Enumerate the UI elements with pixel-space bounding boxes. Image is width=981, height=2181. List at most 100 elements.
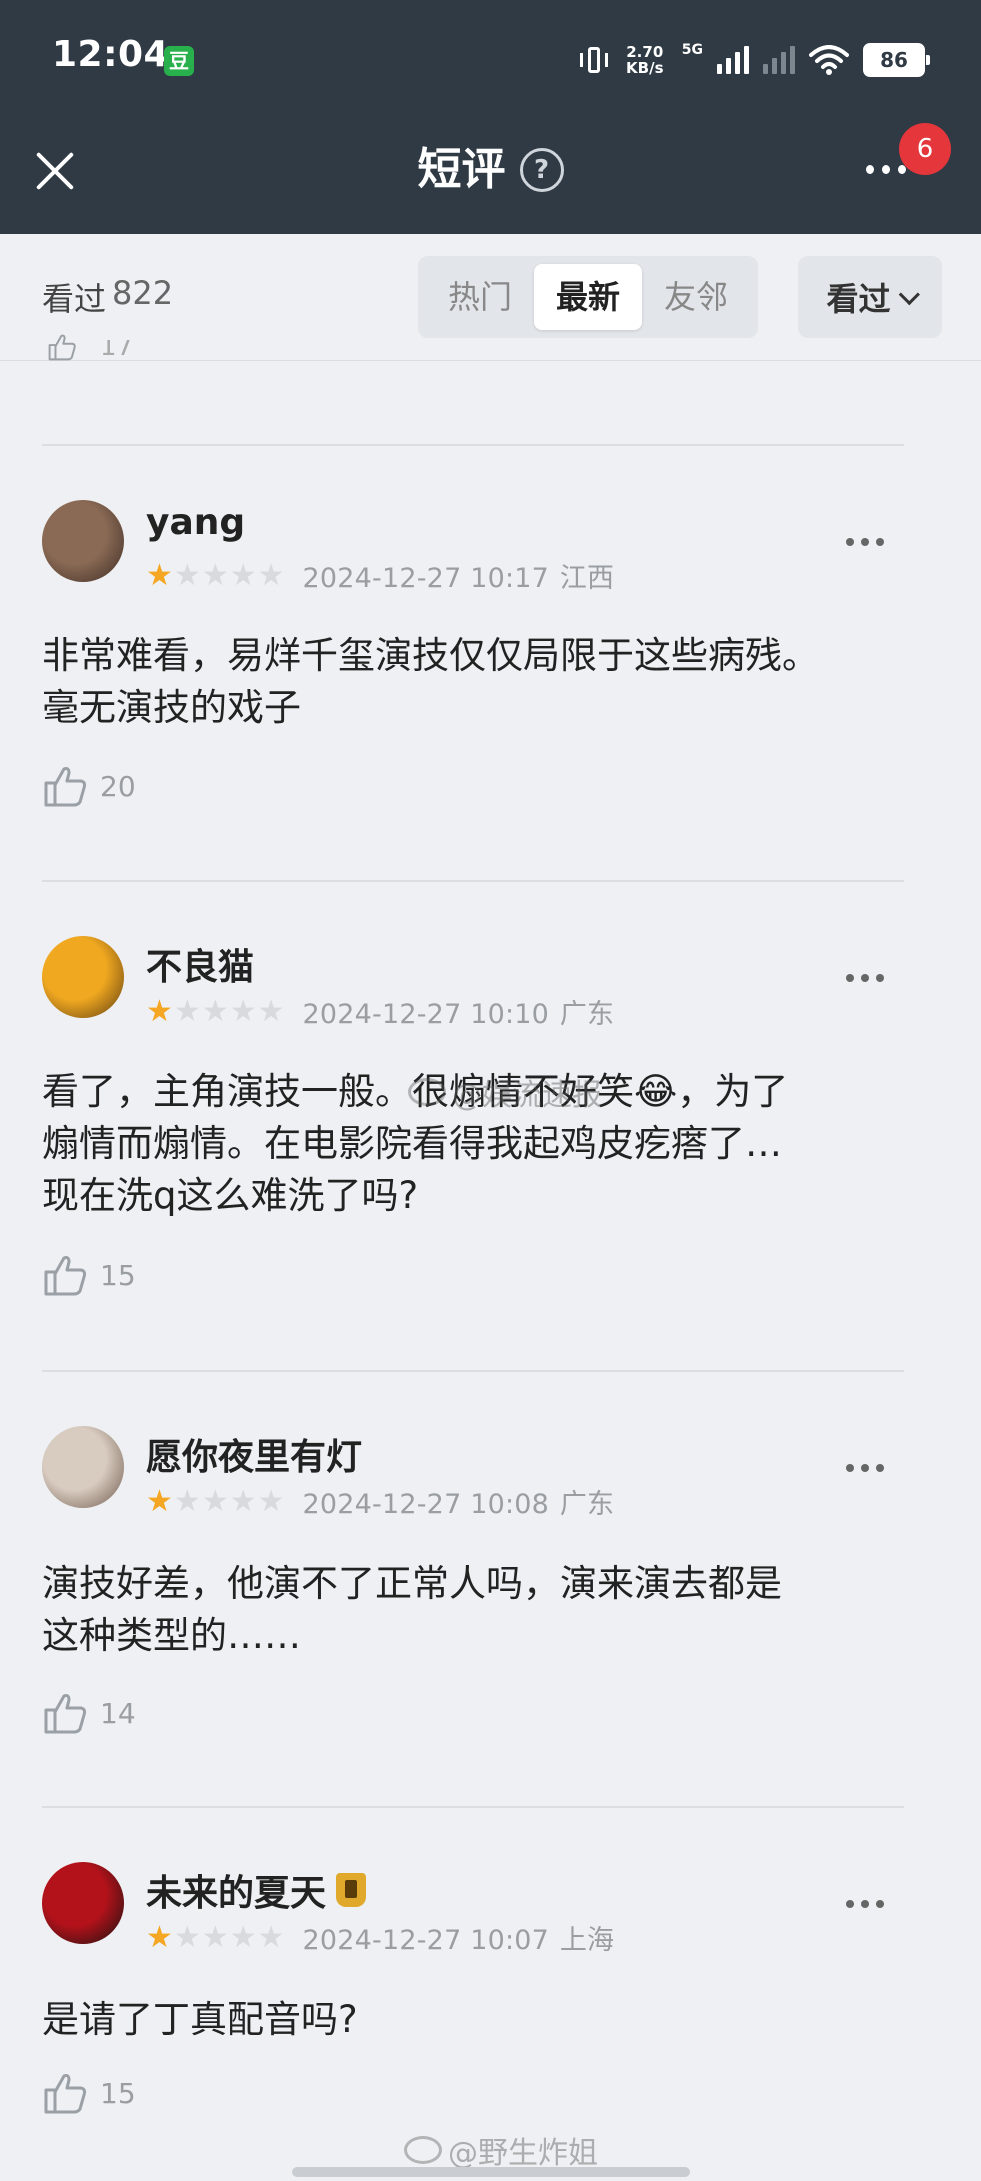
star-empty-icon: ★ [173, 993, 201, 1029]
tab-latest[interactable]: 最新 [534, 264, 642, 330]
comment-time: 2024-12-27 10:17 江西 [302, 563, 615, 594]
help-icon[interactable]: ? [519, 148, 564, 192]
comment-text: 演技好差，他演不了正常人吗，演来演去都是 这种类型的…… [42, 1562, 782, 1657]
username[interactable]: 不良猫 [146, 938, 254, 990]
thumbs-up-icon[interactable] [42, 332, 82, 362]
like-button[interactable]: 15 [42, 2070, 136, 2116]
comment-text: 非常难看，易烊千玺演技仅仅局限于这些病残。 毫无演技的戏子 [42, 634, 819, 729]
star-rating: ★ ★ ★ ★ ★ [146, 1919, 285, 1955]
username[interactable]: 未来的夏天 [146, 1864, 367, 1916]
thumbs-up-icon [44, 1694, 87, 1734]
divider [42, 1370, 904, 1372]
like-count: 20 [100, 769, 136, 803]
tab-friends[interactable]: 友邻 [642, 264, 750, 330]
divider [42, 1806, 904, 1808]
username[interactable]: yang [146, 502, 245, 543]
comment-location: 上海 [551, 1925, 615, 1956]
star-empty-icon: ★ [229, 993, 257, 1029]
star-filled-icon: ★ [146, 1483, 173, 1519]
comment-more-icon[interactable] [846, 538, 884, 546]
rating-line: ★ ★ ★ ★ ★ 2024-12-27 10:08 广东 [146, 1482, 614, 1521]
rating-line: ★ ★ ★ ★ ★ 2024-12-27 10:07 上海 [146, 1918, 614, 1957]
tab-hot[interactable]: 热门 [426, 264, 534, 330]
dropdown-label: 看过 [826, 280, 891, 318]
watched-count: 看过 822 [42, 274, 173, 320]
top-bar: 12:04 豆 2.70 KB/s 5G 86 短评 ? 6 [0, 0, 981, 234]
thumbs-up-icon [44, 2074, 87, 2114]
avatar[interactable] [42, 1426, 124, 1508]
star-empty-icon: ★ [229, 557, 257, 593]
watched-filter-dropdown[interactable]: 看过 [798, 256, 942, 338]
watermark-bottom: @野生炸姐 [404, 2128, 598, 2172]
star-empty-icon: ★ [257, 557, 285, 593]
like-button[interactable]: 20 [42, 763, 136, 809]
status-time: 12:04 [52, 34, 170, 75]
star-empty-icon: ★ [229, 1919, 257, 1955]
comment-more-icon[interactable] [846, 974, 884, 982]
thumbs-up-icon [44, 1256, 87, 1296]
star-rating: ★ ★ ★ ★ ★ [146, 1483, 285, 1519]
thumbs-up-icon [44, 767, 87, 807]
page-title-wrap: 短评 ? [0, 140, 981, 200]
like-count: 14 [100, 1696, 136, 1730]
network-speed: 2.70 KB/s [626, 43, 664, 77]
comment-more-icon[interactable] [846, 1900, 884, 1908]
star-empty-icon: ★ [257, 993, 285, 1029]
more-options-icon[interactable] [866, 160, 906, 178]
home-indicator[interactable] [292, 2167, 690, 2177]
watermark-text: @野生炸姐 [448, 2136, 598, 2171]
previous-like-count: 17 [100, 340, 134, 362]
star-empty-icon: ★ [257, 1483, 285, 1519]
comment-location: 广东 [551, 1489, 615, 1520]
avatar[interactable] [42, 936, 124, 1018]
comment-location: 广东 [551, 999, 615, 1030]
divider [42, 444, 904, 446]
network-type: 5G [681, 42, 703, 58]
star-empty-icon: ★ [173, 1919, 201, 1955]
rating-line: ★ ★ ★ ★ ★ 2024-12-27 10:17 江西 [146, 556, 614, 595]
star-filled-icon: ★ [146, 993, 173, 1029]
filter-row: 看过 822 热门 最新 友邻 看过 [0, 234, 981, 361]
divider [42, 880, 904, 882]
battery-icon: 86 [863, 43, 930, 77]
star-empty-icon: ★ [173, 1483, 201, 1519]
star-filled-icon: ★ [146, 557, 173, 593]
sort-tabs: 热门 最新 友邻 [418, 256, 758, 338]
comment-time: 2024-12-27 10:08 广东 [302, 1489, 615, 1520]
vip-badge-icon [336, 1873, 367, 1907]
like-button[interactable]: 14 [42, 1690, 136, 1736]
watched-label: 看过 [42, 280, 107, 318]
comment-text: 是请了丁真配音吗? [42, 1998, 358, 2041]
star-empty-icon: ★ [257, 1919, 285, 1955]
star-empty-icon: ★ [201, 1483, 229, 1519]
comment-text: 看了，主角演技一般。很煽情不好笑😂，为了 煽情而煽情。在电影院看得我起鸡皮疙瘩了… [42, 1070, 789, 1217]
star-filled-icon: ★ [146, 1919, 173, 1955]
like-button[interactable]: 15 [42, 1252, 136, 1298]
wifi-icon [809, 45, 849, 75]
star-empty-icon: ★ [201, 1919, 229, 1955]
star-empty-icon: ★ [201, 993, 229, 1029]
username[interactable]: 愿你夜里有灯 [146, 1428, 362, 1480]
like-count: 15 [100, 1258, 136, 1292]
signal-2-icon [763, 46, 795, 74]
comment-time: 2024-12-27 10:10 广东 [302, 999, 615, 1030]
like-count: 15 [100, 2076, 136, 2110]
weibo-logo-icon [404, 2136, 442, 2164]
vibrate-icon [579, 45, 608, 75]
avatar[interactable] [42, 1862, 124, 1944]
comment-more-icon[interactable] [846, 1464, 884, 1472]
star-rating: ★ ★ ★ ★ ★ [146, 993, 285, 1029]
page-title: 短评 [417, 144, 506, 195]
rating-line: ★ ★ ★ ★ ★ 2024-12-27 10:10 广东 [146, 992, 614, 1031]
star-rating: ★ ★ ★ ★ ★ [146, 557, 285, 593]
avatar[interactable] [42, 500, 124, 582]
comment-time: 2024-12-27 10:07 上海 [302, 1925, 615, 1956]
star-empty-icon: ★ [173, 557, 201, 593]
notification-badge[interactable]: 6 [899, 123, 951, 175]
app-notification-icon: 豆 [164, 46, 194, 76]
comment-location: 江西 [551, 563, 615, 594]
signal-icon [717, 46, 749, 74]
star-empty-icon: ★ [229, 1483, 257, 1519]
status-icons: 2.70 KB/s 5G 86 [579, 40, 930, 80]
star-empty-icon: ★ [201, 557, 229, 593]
